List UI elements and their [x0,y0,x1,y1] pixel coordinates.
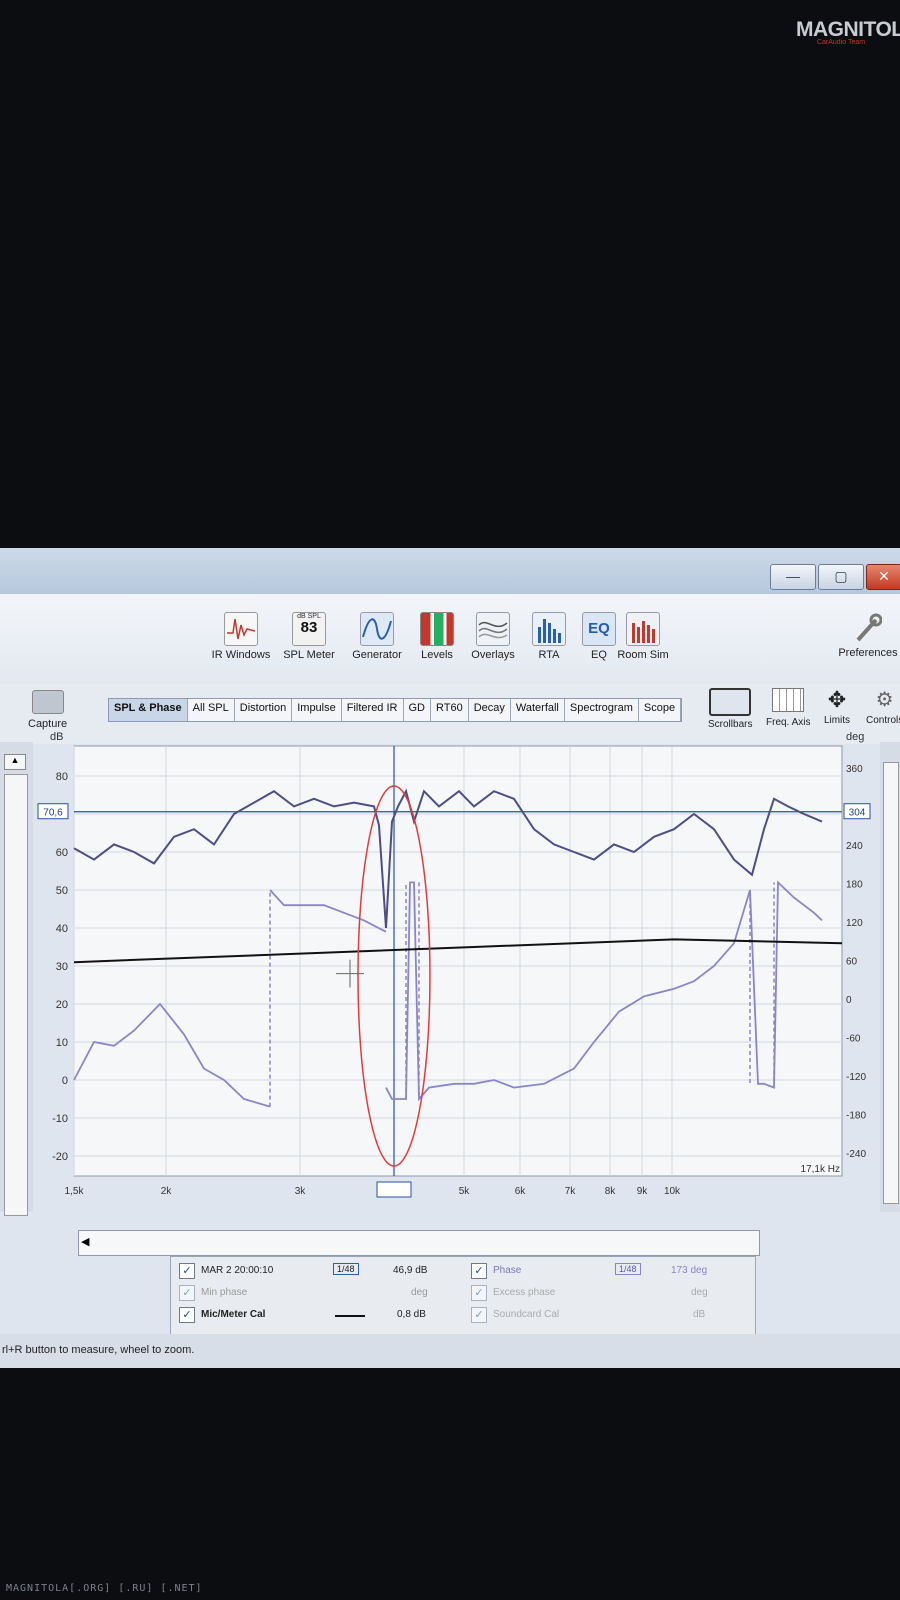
x-unit-label: 17,1k Hz [801,1164,840,1175]
spl-phase-chart[interactable]: 80706050403020100-10-2036030024018012060… [0,548,900,1248]
y-tick-deg: 240 [846,841,863,852]
y-tick-deg: 60 [846,957,858,968]
min-phase-label: Min phase [201,1287,248,1298]
y-tick-db: 20 [56,999,68,1011]
mic-cal-checkbox[interactable]: ✓ [179,1307,195,1323]
y-tick-db: 60 [56,847,68,859]
y-tick-deg: -60 [846,1034,861,1045]
cursor-db-readout: 70,6 [43,808,63,819]
y-tick-deg: 0 [846,995,852,1006]
x-tick-label: 10k [664,1186,681,1197]
x-tick-label: 6k [515,1186,527,1197]
y-tick-deg: 180 [846,880,863,891]
soundcard-cal-label: Soundcard Cal [493,1309,560,1320]
y-tick-db: 30 [56,961,68,973]
phase-smoothing-badge[interactable]: 1/48 [615,1263,641,1275]
soundcard-cal-value: dB [693,1309,706,1320]
y-tick-db: 0 [62,1075,68,1087]
measurement-name: MAR 2 20:00:10 [201,1265,274,1276]
status-text: rl+R button to measure, wheel to zoom. [2,1344,195,1356]
spl-value: 46,9 dB [393,1265,428,1276]
mic-cal-line-sample [335,1315,365,1317]
x-tick-label: 3k [295,1186,307,1197]
excess-phase-checkbox[interactable]: ✓ [471,1285,487,1301]
x-tick-label: 7k [565,1186,577,1197]
legend-panel: ✓ MAR 2 20:00:10 1/48 46,9 dB ✓ Min phas… [170,1256,756,1340]
y-tick-db: -10 [52,1113,68,1125]
y-tick-db: 50 [56,885,68,897]
watermark-text: MAGNITOLA[.ORG] [.RU] [.NET] [6,1583,203,1594]
scroll-left-button[interactable]: ◀ [81,1235,89,1248]
y-tick-db: 80 [56,771,68,783]
plot-area [73,745,843,1177]
x-tick-label: 9k [637,1186,649,1197]
min-phase-value: deg [411,1287,428,1298]
soundcard-cal-checkbox[interactable]: ✓ [471,1307,487,1323]
smoothing-badge[interactable]: 1/48 [333,1263,359,1275]
x-tick-label: 8k [605,1186,617,1197]
y-tick-db: -20 [52,1151,68,1163]
phase-label: Phase [493,1265,522,1276]
y-tick-deg: 120 [846,918,863,929]
y-tick-db: 10 [56,1037,68,1049]
y-tick-deg: 360 [846,764,863,775]
horizontal-scrollbar[interactable]: ◀ [78,1230,760,1256]
min-phase-checkbox[interactable]: ✓ [179,1285,195,1301]
y-tick-deg: -120 [846,1072,866,1083]
measurement-checkbox[interactable]: ✓ [179,1263,195,1279]
phase-value: 173 deg [671,1265,708,1276]
excess-phase-label: Excess phase [493,1287,556,1298]
x-tick-label: 1,5k [65,1186,85,1197]
left-axis-unit: dB [50,731,63,743]
excess-phase-value: deg [691,1287,708,1298]
y-tick-deg: -180 [846,1111,866,1122]
right-axis-unit: deg [846,731,864,743]
mic-cal-label: Mic/Meter Cal [201,1309,266,1320]
mic-cal-value: 0,8 dB [397,1309,426,1320]
monitor-screen: — ▢ ✕ IR Windows dB SPL 83 SPL Meter Gen… [0,548,900,1368]
phase-checkbox[interactable]: ✓ [471,1263,487,1279]
y-tick-deg: -240 [846,1149,866,1160]
x-tick-label: 5k [459,1186,471,1197]
status-bar: rl+R button to measure, wheel to zoom. [0,1334,900,1368]
cursor-freq-box [376,1181,412,1198]
magnitola-logo: MAGNITOLA CarAudio Team [796,18,900,46]
y-tick-db: 40 [56,923,68,935]
x-tick-label: 2k [161,1186,173,1197]
cursor-deg-readout: 304 [849,808,866,819]
